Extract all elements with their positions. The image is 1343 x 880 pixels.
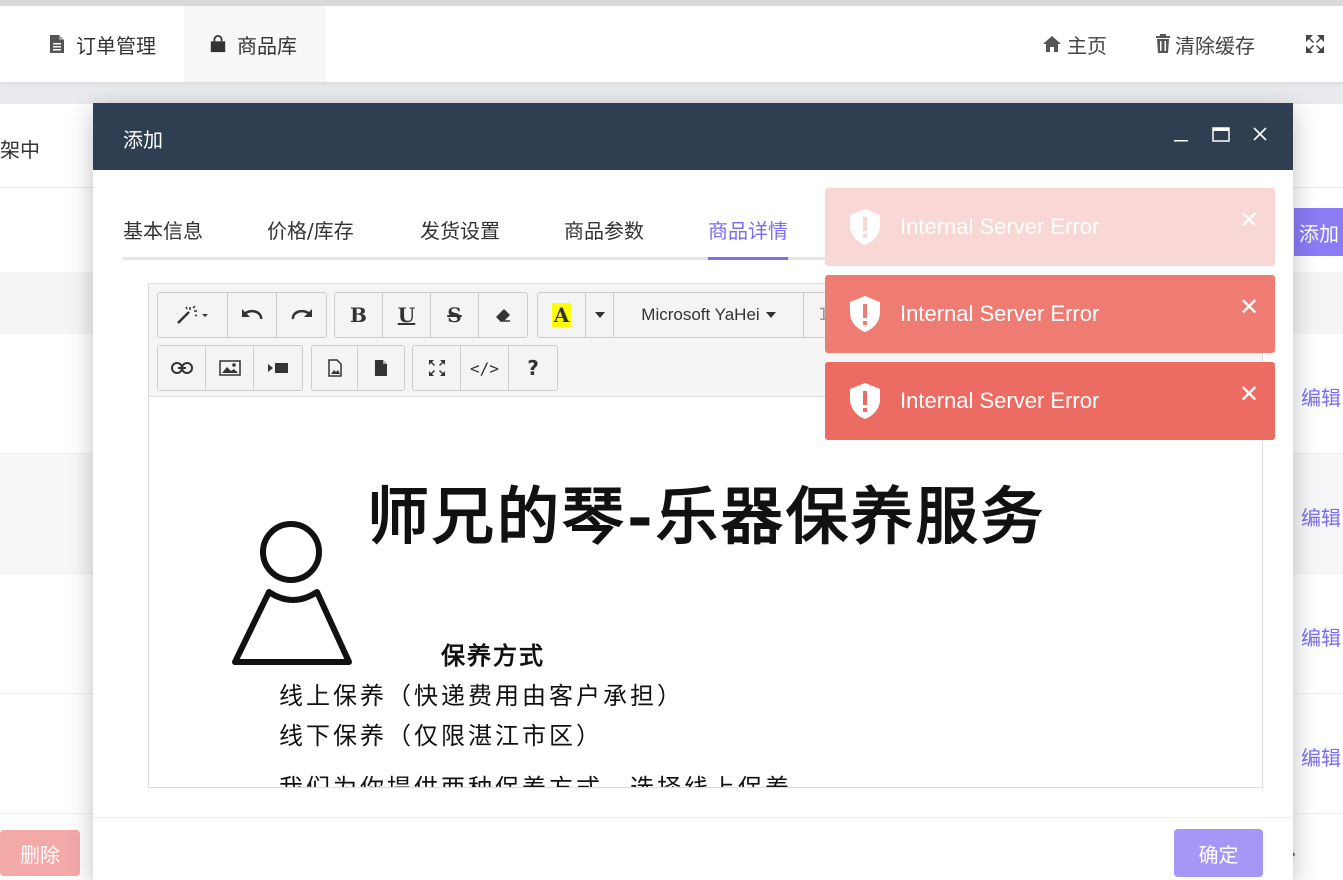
link-icon[interactable] — [158, 346, 206, 390]
person-icon — [232, 521, 352, 665]
toast-message: Internal Server Error — [900, 214, 1100, 239]
toast-message: Internal Server Error — [900, 301, 1100, 326]
help-icon[interactable]: ? — [509, 346, 557, 390]
toolbar-group-font: A Microsoft YaHei 14 — [537, 292, 855, 338]
dialog-footer: 确定 — [93, 817, 1293, 880]
font-family-value: Microsoft YaHei — [641, 305, 760, 324]
video-icon[interactable] — [254, 346, 302, 390]
add-label: 添加 — [1299, 221, 1339, 246]
tab-product-library[interactable]: 商品库 — [184, 6, 326, 82]
toast-close-icon[interactable]: ✕ — [1239, 206, 1259, 234]
tab-label: 订单管理 — [76, 33, 156, 58]
shield-alert-icon — [850, 383, 880, 419]
home-link[interactable]: 主页 — [1042, 6, 1107, 82]
top-navbar: 订单管理 商品库 主页 清除缓存 — [0, 0, 1343, 82]
toast-close-icon[interactable]: ✕ — [1239, 293, 1259, 321]
code-view-icon[interactable]: </> — [461, 346, 509, 390]
edit-link[interactable]: 编辑 — [1301, 502, 1341, 531]
text-color-button[interactable]: A — [538, 293, 586, 337]
chevron-down-icon[interactable] — [586, 293, 614, 337]
document-icon[interactable] — [358, 346, 404, 390]
toolbar-group-style — [157, 292, 327, 338]
home-label: 主页 — [1067, 33, 1107, 58]
dialog-header: 添加 — [93, 103, 1293, 170]
confirm-button[interactable]: 确定 — [1174, 829, 1263, 877]
tab-basic-info[interactable]: 基本信息 — [123, 215, 203, 260]
maximize-icon[interactable] — [1212, 125, 1230, 148]
magic-wand-icon[interactable] — [158, 293, 228, 337]
tab-params[interactable]: 商品参数 — [564, 215, 644, 260]
strikethrough-button[interactable]: S — [431, 293, 479, 337]
clear-cache-label: 清除缓存 — [1175, 33, 1255, 58]
minimize-icon[interactable] — [1173, 125, 1189, 148]
font-family-select[interactable]: Microsoft YaHei — [614, 293, 804, 337]
close-icon[interactable] — [1252, 125, 1268, 148]
file-icon — [50, 35, 64, 53]
redo-icon[interactable] — [277, 293, 326, 337]
error-toast: Internal Server Error ✕ — [825, 188, 1275, 266]
tab-shipping[interactable]: 发货设置 — [420, 215, 500, 260]
toolbar-group-files — [311, 345, 405, 391]
dialog-title: 添加 — [123, 128, 163, 152]
edit-link[interactable]: 编辑 — [1301, 622, 1341, 651]
bold-button[interactable]: B — [335, 293, 383, 337]
poster-subtitle: 保养方式 — [441, 641, 545, 670]
tab-details[interactable]: 商品详情 — [708, 215, 788, 260]
status-label[interactable]: 架中 — [0, 134, 40, 163]
confirm-label: 确定 — [1198, 842, 1239, 867]
fullscreen-icon[interactable] — [413, 346, 461, 390]
image-icon[interactable] — [206, 346, 254, 390]
shield-alert-icon — [850, 296, 880, 332]
editor-content[interactable]: 师兄的琴-乐器保养服务 保养方式 线上保养（快递费用由客户承担） 线下保养（仅限… — [149, 398, 1262, 788]
fullscreen-button[interactable] — [1304, 6, 1326, 82]
underline-button[interactable]: U — [383, 293, 431, 337]
error-toast: Internal Server Error ✕ — [825, 362, 1275, 440]
error-toast: Internal Server Error ✕ — [825, 275, 1275, 353]
toast-close-icon[interactable]: ✕ — [1239, 380, 1259, 408]
edit-link[interactable]: 编辑 — [1301, 382, 1341, 411]
poster-line-1: 线上保养（快递费用由客户承担） — [279, 682, 684, 710]
image-file-icon[interactable] — [312, 346, 358, 390]
home-icon — [1043, 36, 1061, 52]
shield-alert-icon — [850, 209, 880, 245]
add-product-button[interactable]: 添加 — [1294, 208, 1343, 256]
expand-icon — [1306, 35, 1324, 53]
trash-icon — [1156, 34, 1170, 53]
toast-message: Internal Server Error — [900, 388, 1100, 413]
delete-button[interactable]: 删除 — [0, 830, 80, 876]
eraser-icon[interactable] — [479, 293, 527, 337]
poster-line-2: 线下保养（仅限湛江市区） — [279, 722, 603, 750]
poster-line-3: 我们为你提供两种保养方式，选择线上保养 — [279, 774, 792, 788]
shopping-bag-icon — [210, 35, 226, 53]
toolbar-group-view: </> ? — [412, 345, 558, 391]
tab-price-stock[interactable]: 价格/库存 — [267, 215, 354, 260]
tab-order-management[interactable]: 订单管理 — [30, 6, 184, 82]
edit-link[interactable]: 编辑 — [1301, 742, 1341, 771]
undo-icon[interactable] — [228, 293, 277, 337]
clear-cache-link[interactable]: 清除缓存 — [1155, 6, 1255, 82]
toolbar-group-insert — [157, 345, 303, 391]
poster-title: 师兄的琴-乐器保养服务 — [367, 480, 1046, 553]
delete-label: 删除 — [20, 842, 60, 867]
tab-label: 商品库 — [237, 33, 297, 58]
rich-text-editor: B U S A Microsoft YaHei 14 — [148, 283, 1263, 788]
toolbar-group-format: B U S — [334, 292, 528, 338]
